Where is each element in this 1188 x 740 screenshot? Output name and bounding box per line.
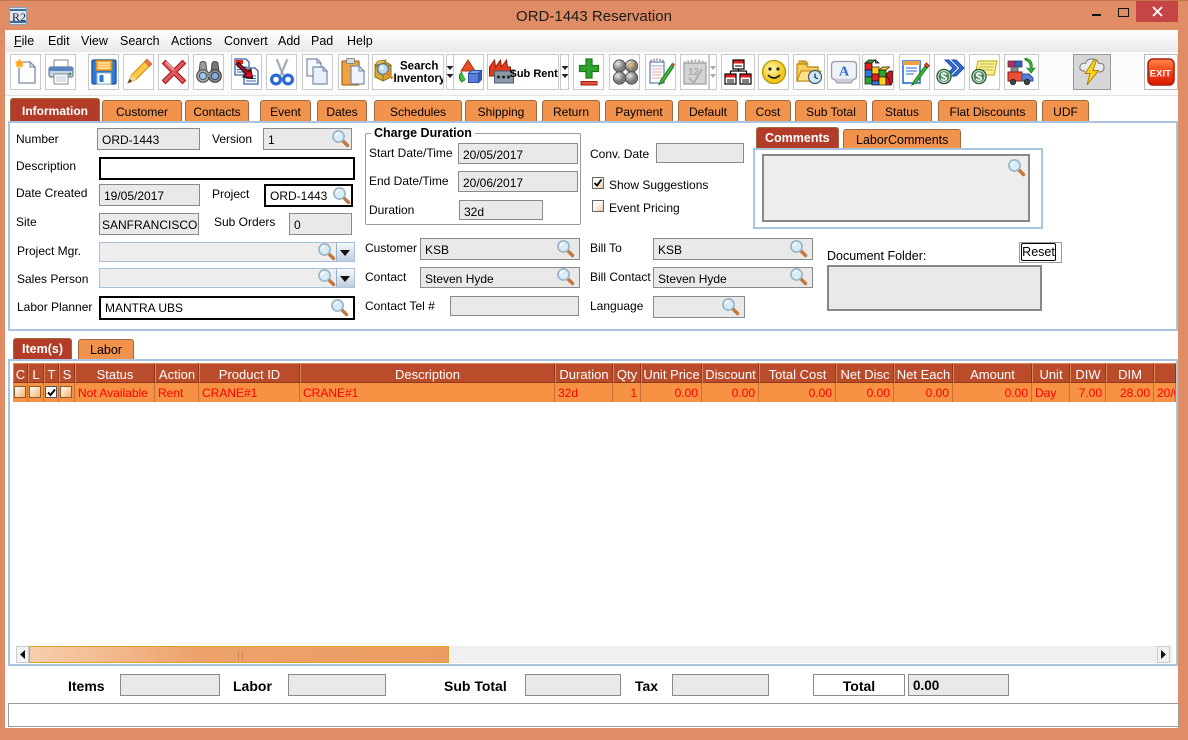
svg-text:A: A (839, 65, 850, 80)
svg-text:$: $ (940, 70, 947, 84)
svg-text:EXIT: EXIT (1150, 69, 1171, 80)
svg-text:Inventory: Inventory (394, 73, 444, 85)
svg-text:Search: Search (400, 61, 438, 73)
svg-text:?: ? (628, 62, 634, 73)
svg-text:Sub Rent: Sub Rent (510, 68, 559, 80)
svg-text:$: $ (975, 70, 982, 84)
